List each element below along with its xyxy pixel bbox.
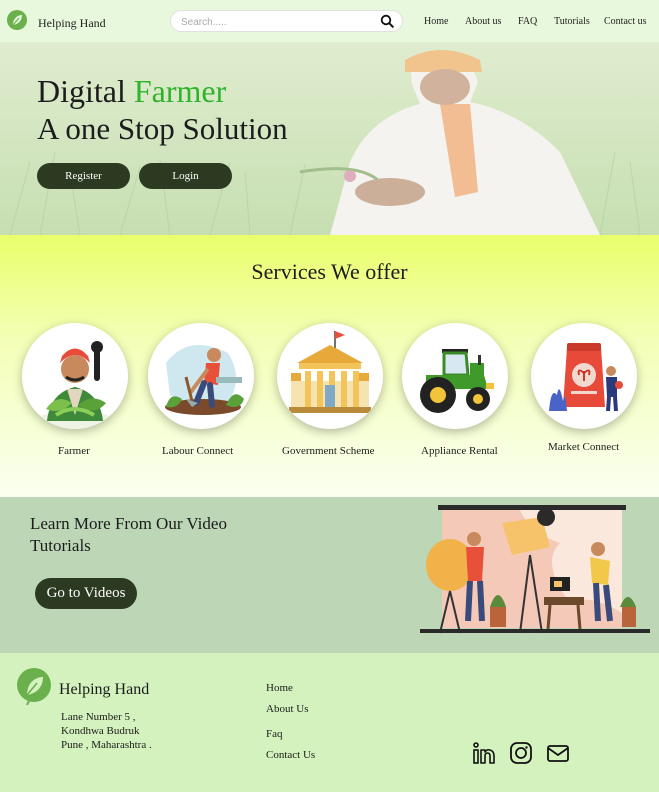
video-studio-illustration xyxy=(420,505,650,634)
footer-address-line-2: Kondhwa Budruk xyxy=(61,725,140,737)
video-tutorials-section: Learn More From Our Video Tutorials Go t… xyxy=(0,497,659,653)
hero-title: Digital Farmer xyxy=(37,72,226,110)
seed-bag-icon xyxy=(549,343,623,412)
service-label-market-connect[interactable]: Market Connect xyxy=(548,441,619,453)
hero-subtitle: A one Stop Solution xyxy=(37,111,288,146)
search-icon[interactable] xyxy=(380,14,394,28)
nav-contact-us[interactable]: Contact us xyxy=(604,16,647,27)
service-card-government-scheme[interactable] xyxy=(277,323,383,429)
nav-about-us[interactable]: About us xyxy=(465,16,501,27)
service-label-government-scheme[interactable]: Government Scheme xyxy=(282,445,375,457)
leaf-logo-icon[interactable] xyxy=(16,667,52,705)
service-label-farmer[interactable]: Farmer xyxy=(58,445,90,457)
nav-faq[interactable]: FAQ xyxy=(518,16,537,27)
farmer-icon xyxy=(35,341,115,429)
service-card-farmer[interactable] xyxy=(22,323,128,429)
tutorials-title: Learn More From Our Video Tutorials xyxy=(30,514,227,555)
nav-home[interactable]: Home xyxy=(424,16,448,27)
footer-brand-name: Helping Hand xyxy=(59,681,150,698)
brand-name[interactable]: Helping Hand xyxy=(38,16,106,31)
footer-link-faq[interactable]: Faq xyxy=(266,728,283,740)
top-navbar: Helping Hand Home About us FAQ Tutorials… xyxy=(0,0,659,42)
services-title: Services We offer xyxy=(251,259,408,284)
leaf-logo-icon[interactable] xyxy=(6,9,28,31)
footer-address-line-3: Pune , Maharashtra . xyxy=(61,739,152,751)
tractor-icon xyxy=(420,349,494,413)
footer-link-home[interactable]: Home xyxy=(266,682,293,694)
footer-link-about-us[interactable]: About Us xyxy=(266,703,308,715)
service-label-labour-connect[interactable]: Labour Connect xyxy=(162,445,233,457)
footer-link-contact-us[interactable]: Contact Us xyxy=(266,749,315,761)
service-card-appliance-rental[interactable] xyxy=(402,323,508,429)
service-card-labour-connect[interactable] xyxy=(148,323,254,429)
hero-title-accent: Farmer xyxy=(133,73,227,109)
service-card-market-connect[interactable] xyxy=(531,323,637,429)
government-building-icon xyxy=(289,331,371,413)
search-bar xyxy=(170,10,403,32)
nav-tutorials[interactable]: Tutorials xyxy=(554,16,590,27)
login-button[interactable]: Login xyxy=(139,163,232,189)
service-label-appliance-rental[interactable]: Appliance Rental xyxy=(421,445,498,457)
mail-icon[interactable] xyxy=(546,741,570,765)
search-input[interactable] xyxy=(181,14,371,30)
footer-address-line-1: Lane Number 5 , xyxy=(61,711,136,723)
services-section: Services We offer Farmer Labour Connect … xyxy=(0,235,659,497)
hero-title-text: Digital xyxy=(37,73,126,109)
footer: Helping Hand Lane Number 5 , Kondhwa Bud… xyxy=(0,653,659,792)
go-to-videos-button[interactable]: Go to Videos xyxy=(35,578,137,609)
labourer-icon xyxy=(165,345,244,415)
instagram-icon[interactable] xyxy=(509,741,533,765)
hero-banner: Digital Farmer A one Stop Solution Regis… xyxy=(0,42,659,235)
linkedin-icon[interactable] xyxy=(472,741,496,765)
register-button[interactable]: Register xyxy=(37,163,130,189)
